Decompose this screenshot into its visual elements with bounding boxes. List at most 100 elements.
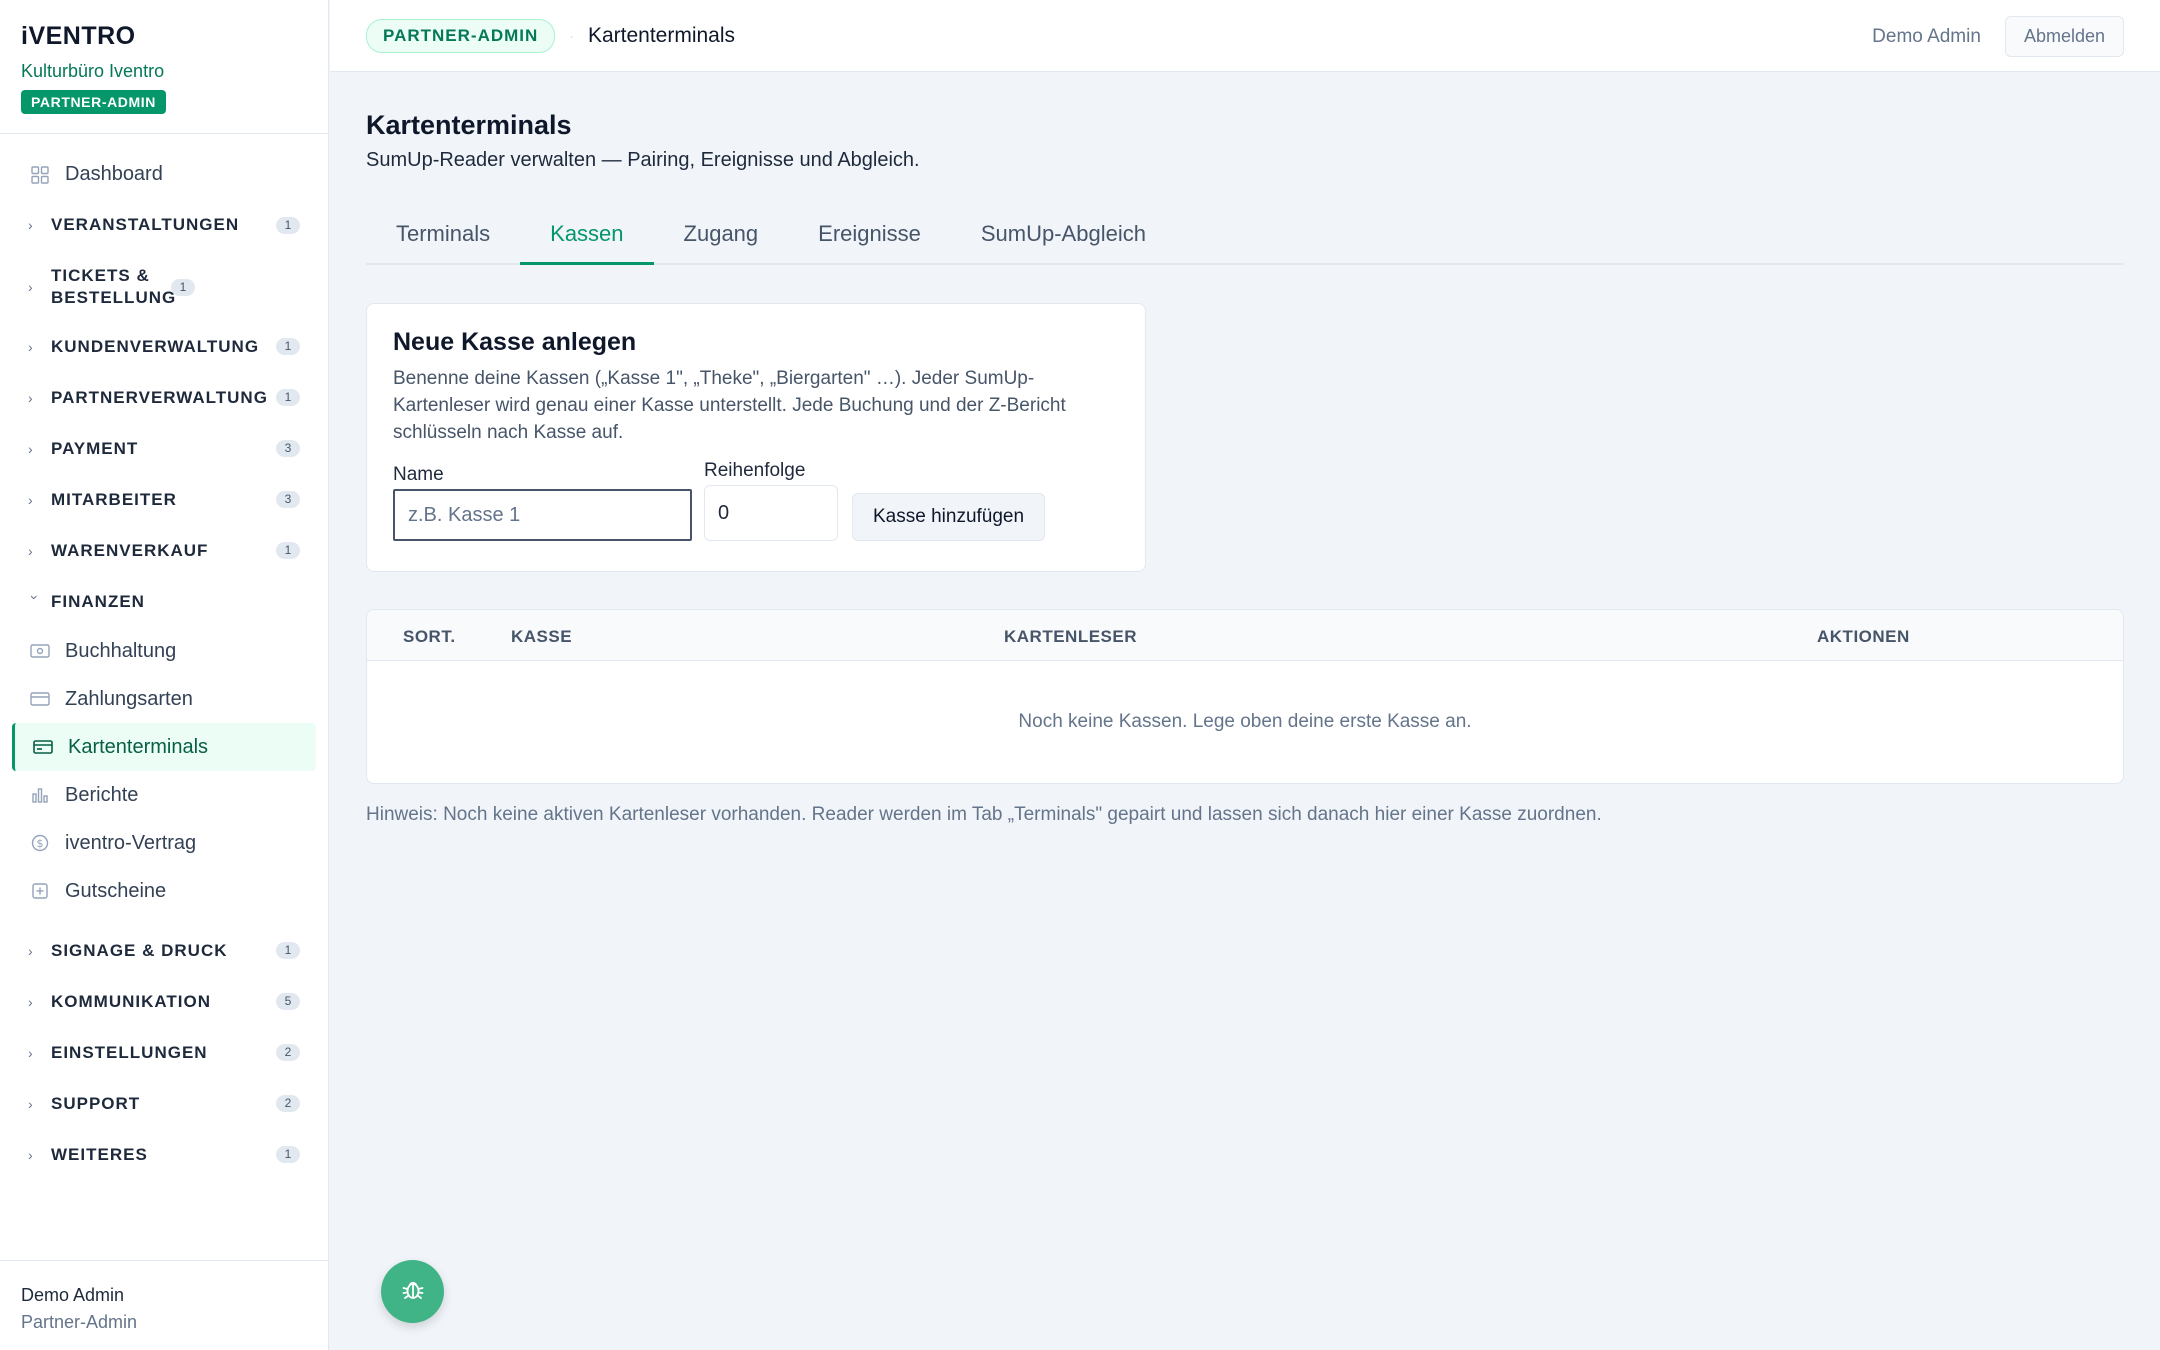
group-count-badge: 1 [276,216,300,234]
column-header-actions: AKTIONEN [1817,627,1910,646]
chevron-right-icon: › [28,542,33,559]
group-count-badge: 1 [171,278,195,296]
nav-group-finanzen[interactable]: › FINANZEN [0,576,328,627]
nav-group-einstellungen[interactable]: › EINSTELLUNGEN 2 [0,1027,328,1078]
sidebar-item-label: iventro-Vertrag [65,831,197,854]
group-label: MITARBEITER [51,489,177,509]
dollar-circle-icon: $ [30,833,50,853]
page-subtitle: SumUp-Reader verwalten — Pairing, Ereign… [366,149,920,171]
topbar: PARTNER-ADMIN · Kartenterminals Demo Adm… [330,0,2160,72]
sidebar: iVENTRO Kulturbüro Iventro PARTNER-ADMIN… [0,0,329,1350]
group-label: PARTNERVERWALTUNG [51,387,268,407]
group-label: PAYMENT [51,438,139,458]
page-title: Kartenterminals [366,110,572,140]
footer-user-name: Demo Admin [21,1285,125,1305]
chevron-right-icon: › [28,389,33,406]
topbar-user-area: Demo Admin Abmelden [1872,16,2124,57]
sidebar-item-berichte[interactable]: Berichte [0,771,328,819]
sidebar-item-label: Buchhaltung [65,639,177,662]
nav-group-signage[interactable]: › SIGNAGE & DRUCK 1 [0,925,328,976]
sidebar-item-label: Dashboard [65,163,163,185]
sidebar-item-label: Berichte [65,783,139,806]
group-count-badge: 2 [276,1095,300,1112]
nav-group-tickets[interactable]: › TICKETS & BESTELLUNG 1 [0,253,328,321]
table-header: SORT. KASSE KARTENLESER AKTIONEN [367,610,2123,661]
tab-ereignisse[interactable]: Ereignisse [788,208,951,265]
table-empty-state: Noch keine Kassen. Lege oben deine erste… [1018,711,1472,732]
sidebar-item-vertrag[interactable]: $ iventro-Vertrag [0,819,328,867]
nav-group-kundenverwaltung[interactable]: › KUNDENVERWALTUNG 1 [0,321,328,372]
column-header-sort[interactable]: SORT. [403,627,456,647]
sidebar-item-kartenterminals[interactable]: Kartenterminals [12,723,316,771]
order-label: Reihenfolge [704,460,806,481]
sidebar-item-zahlungsarten[interactable]: Zahlungsarten [0,675,328,723]
bug-icon [400,1276,426,1307]
breadcrumb: Kartenterminals [587,23,736,47]
chevron-right-icon: › [28,491,33,508]
new-register-card: Neue Kasse anlegen Benenne deine Kassen … [366,303,1146,572]
group-label: SUPPORT [51,1093,141,1113]
main-content: Kartenterminals SumUp-Reader verwalten —… [366,72,2124,826]
group-label: WARENVERKAUF [51,540,209,560]
name-field-group: Name [393,464,692,541]
card-title: Neue Kasse anlegen [393,328,637,356]
bug-report-button[interactable] [381,1260,444,1323]
chevron-right-icon: › [28,1095,33,1112]
brand-logo[interactable]: iVENTRO [21,22,307,51]
footer-user-role: Partner-Admin [21,1312,138,1332]
register-order-input[interactable] [704,485,838,541]
order-field-group: Reihenfolge [704,460,838,541]
group-label: TICKETS & BESTELLUNG [51,266,177,307]
nav-group-weiteres[interactable]: › WEITERES 1 [0,1129,328,1180]
group-count-badge: 1 [276,389,300,406]
svg-text:$: $ [37,837,44,850]
tab-sumup-abgleich[interactable]: SumUp-Abgleich [951,208,1176,265]
tab-zugang[interactable]: Zugang [654,208,789,265]
column-header-register: KASSE [511,627,573,646]
sidebar-item-label: Zahlungsarten [65,687,193,710]
chevron-down-icon: › [27,594,43,600]
sidebar-item-label: Kartenterminals [68,735,209,758]
group-label: FINANZEN [51,591,145,611]
role-badge: PARTNER-ADMIN [21,90,166,114]
name-label: Name [393,464,444,485]
group-label: KOMMUNIKATION [51,991,211,1011]
group-count-badge: 1 [276,942,300,959]
nav-group-veranstaltungen[interactable]: › VERANSTALTUNGEN 1 [0,197,328,253]
tab-bar: Terminals Kassen Zugang Ereignisse SumUp… [366,208,2124,265]
nav-group-partnerverwaltung[interactable]: › PARTNERVERWALTUNG 1 [0,372,328,423]
sidebar-item-gutscheine[interactable]: Gutscheine [0,867,328,915]
breadcrumb-separator: · [569,27,574,44]
topbar-role-badge: PARTNER-ADMIN [366,18,556,53]
chevron-right-icon: › [28,942,33,959]
nav-group-mitarbeiter[interactable]: › MITARBEITER 3 [0,474,328,525]
chevron-right-icon: › [28,217,33,233]
group-label: KUNDENVERWALTUNG [51,336,260,356]
sidebar-nav: Dashboard › VERANSTALTUNGEN 1 › TICKETS … [0,134,328,1180]
logout-button[interactable]: Abmelden [2004,16,2124,57]
group-label: WEITERES [51,1144,148,1164]
add-register-button[interactable]: Kasse hinzufügen [852,493,1046,541]
tab-kassen[interactable]: Kassen [520,208,654,265]
group-label: SIGNAGE & DRUCK [51,940,228,960]
tab-terminals[interactable]: Terminals [366,208,520,265]
chevron-right-icon: › [28,440,33,457]
topbar-user-name: Demo Admin [1872,25,1981,47]
nav-group-payment[interactable]: › PAYMENT 3 [0,423,328,474]
voucher-icon [30,881,50,901]
nav-group-support[interactable]: › SUPPORT 2 [0,1078,328,1129]
brand: iVENTRO Kulturbüro Iventro PARTNER-ADMIN [0,0,328,134]
nav-group-kommunikation[interactable]: › KOMMUNIKATION 5 [0,976,328,1027]
group-count-badge: 5 [276,993,300,1010]
nav-group-warenverkauf[interactable]: › WARENVERKAUF 1 [0,525,328,576]
new-register-form: Name Reihenfolge Kasse hinzufügen [393,460,1119,541]
group-count-badge: 3 [276,440,300,457]
sidebar-user-footer: Demo Admin Partner-Admin [0,1260,329,1350]
column-header-reader: KARTENLESER [1004,627,1138,646]
chevron-right-icon: › [28,993,33,1010]
sidebar-item-buchhaltung[interactable]: Buchhaltung [0,627,328,675]
sidebar-item-dashboard[interactable]: Dashboard [0,152,328,197]
card-icon [30,689,50,709]
chevron-right-icon: › [28,1044,33,1061]
register-name-input[interactable] [393,489,692,541]
